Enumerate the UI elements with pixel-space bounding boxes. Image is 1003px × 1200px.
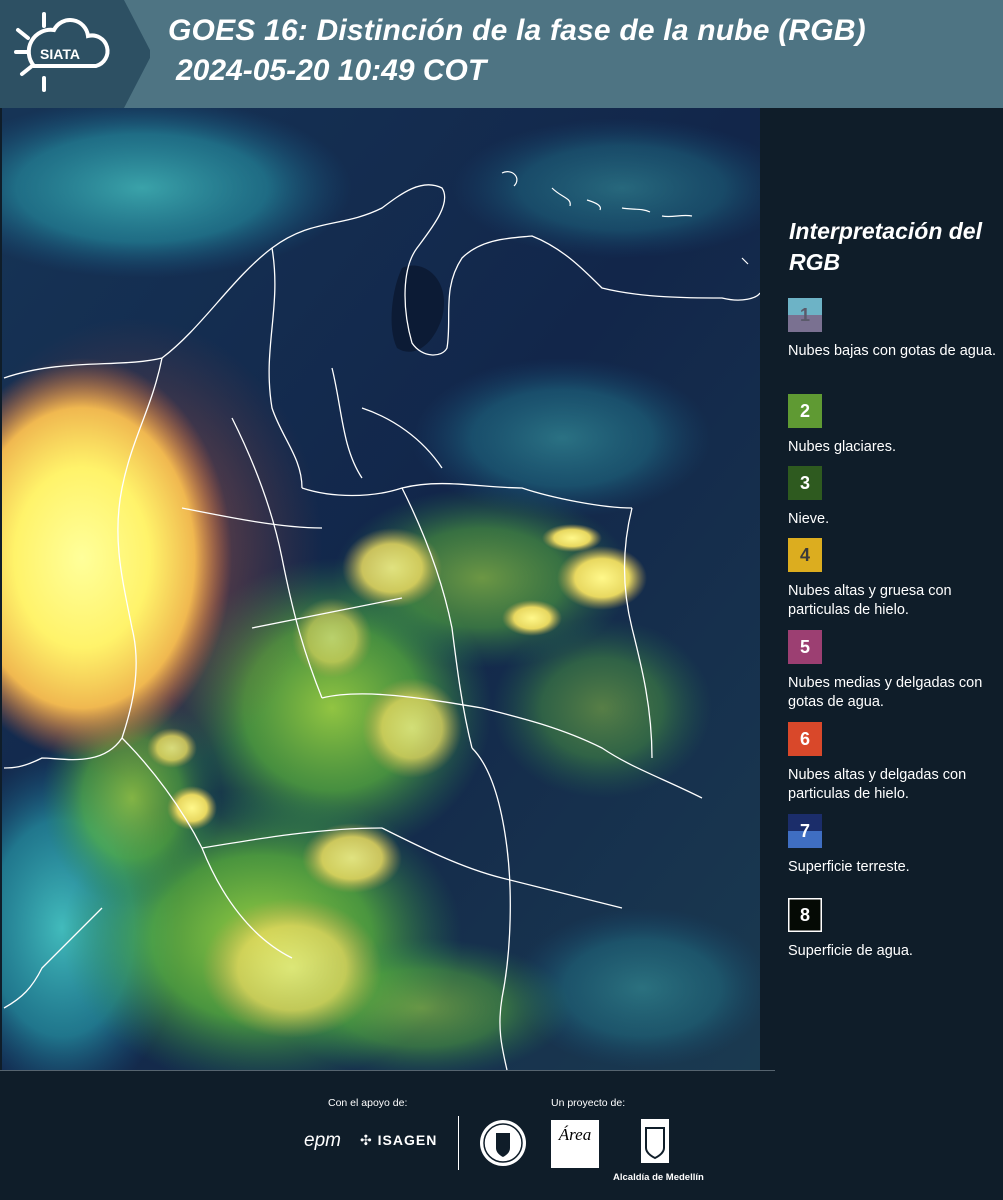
- legend-number: 1: [799, 304, 810, 325]
- legend-label: Nubes medias y delgadas con gotas de agu…: [788, 675, 983, 710]
- isagen-mark-icon: ✣: [360, 1132, 378, 1148]
- legend-number: 7: [799, 820, 810, 841]
- legend-item: 3 Nieve.: [788, 466, 1000, 529]
- legend-item: 7 Superficie terreste.: [788, 814, 1000, 877]
- legend-swatch: 1: [788, 298, 822, 332]
- legend-label: Superficie terreste.: [788, 859, 910, 875]
- isagen-text: ISAGEN: [377, 1132, 438, 1148]
- alcaldia-label: Alcaldía de Medellín: [613, 1172, 704, 1183]
- title-line1: GOES 16: Distinción de la fase de la nub…: [168, 14, 866, 47]
- legend-number: 2: [799, 400, 810, 421]
- legend-panel: Interpretación del RGB 1 Nubes bajas con …: [760, 108, 1003, 1070]
- legend-number: 5: [799, 636, 810, 657]
- legend-number: 6: [799, 728, 810, 749]
- siata-logo: SIATA: [0, 0, 150, 108]
- epm-logo: epm: [304, 1130, 341, 1151]
- legend-number: 3: [799, 472, 810, 493]
- satellite-map: [2, 108, 760, 1070]
- project-label: Un proyecto de:: [551, 1097, 626, 1109]
- svg-text:SIATA: SIATA: [40, 46, 80, 62]
- legend-item: 1 Nubes bajas con gotas de agua.: [788, 298, 1000, 361]
- legend-number: 8: [799, 904, 810, 925]
- footer-separator: [0, 1070, 775, 1071]
- legend-item: 2 Nubes glaciares.: [788, 394, 1000, 457]
- legend-item: 6 Nubes altas y delgadas con particulas d…: [788, 722, 1000, 804]
- legend-label: Nubes altas y delgadas con particulas de…: [788, 767, 967, 802]
- support-label: Con el apoyo de:: [328, 1097, 408, 1109]
- title-line2: 2024-05-20 10:49 COT: [176, 54, 487, 87]
- legend-item: 5 Nubes medias y delgadas con gotas de ag…: [788, 630, 1000, 712]
- isagen-logo: ✣ ISAGEN: [360, 1132, 437, 1149]
- footer-divider: [458, 1116, 459, 1170]
- medellin-seal-icon: [480, 1120, 526, 1166]
- area-metropolitana-logo: Área: [551, 1120, 599, 1168]
- alcaldia-seal-icon: [641, 1119, 669, 1163]
- legend-swatch: 3: [788, 466, 822, 500]
- legend-label: Nieve.: [788, 511, 830, 527]
- legend-label: Nubes bajas con gotas de agua.: [788, 343, 996, 359]
- footer: Con el apoyo de: Un proyecto de: epm ✣ I…: [0, 1070, 1003, 1200]
- legend-label: Nubes altas y gruesa con particulas de h…: [788, 583, 952, 618]
- legend-swatch: 8: [788, 898, 822, 932]
- legend-item: 4 Nubes altas y gruesa con particulas de …: [788, 538, 1000, 620]
- legend-swatch: 2: [788, 394, 822, 428]
- legend-label: Nubes glaciares.: [788, 439, 896, 455]
- legend-label: Superficie de agua.: [788, 943, 913, 959]
- legend-swatch: 5: [788, 630, 822, 664]
- header-bar: SIATA GOES 16: Distinción de la fase de …: [0, 0, 1003, 108]
- legend-item: 8 Superficie de agua.: [788, 898, 1000, 961]
- legend-swatch: 7: [788, 814, 822, 848]
- legend-title: Interpretación del RGB: [789, 218, 982, 275]
- legend-swatch: 4: [788, 538, 822, 572]
- legend-number: 4: [799, 544, 810, 565]
- legend-swatch: 6: [788, 722, 822, 756]
